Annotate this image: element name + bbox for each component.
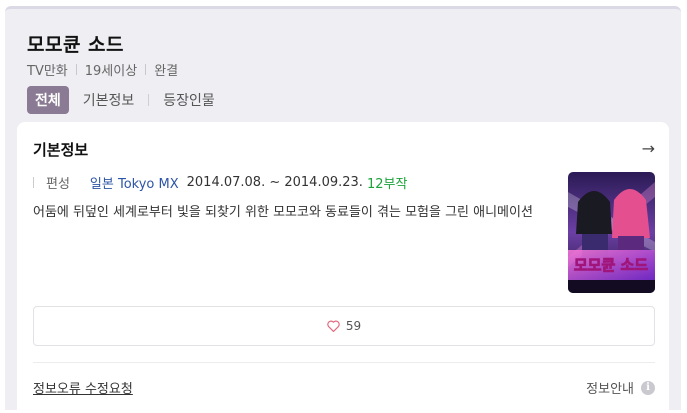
meta-status: 완결: [154, 64, 179, 79]
meta-type: TV만화: [27, 64, 68, 79]
broadcaster-link[interactable]: 일본 Tokyo MX: [90, 173, 179, 192]
like-count: 59: [345, 319, 362, 333]
tab-basic-info[interactable]: 기본정보: [83, 90, 135, 110]
tab-characters[interactable]: 등장인물: [163, 90, 215, 110]
broadcast-label: 편성: [46, 177, 70, 192]
meta-rating: 19세이상: [84, 64, 138, 79]
meta-divider: [75, 64, 77, 75]
info-guide-label: 정보안내: [586, 382, 634, 397]
broadcast-info-row: 편성 일본 Tokyo MX 2014.07.08. ~ 2014.09.23.…: [33, 173, 407, 192]
poster-image[interactable]: 모모큔 소드: [568, 172, 655, 293]
episode-count: 12부작: [366, 177, 408, 192]
poster-art: 모모큔 소드: [568, 172, 655, 293]
tab-all[interactable]: 전체: [27, 86, 69, 114]
card-divider: [33, 362, 655, 363]
meta-row: TV만화 19세이상 완결: [27, 60, 178, 79]
tab-divider: [148, 94, 150, 106]
content-panel: 모모큔 소드 TV만화 19세이상 완결 전체 기본정보 등장인물 기본정보 →…: [5, 6, 681, 413]
meta-divider: [145, 64, 147, 75]
synopsis: 어둠에 뒤덮인 세계로부터 빛을 되찾기 위한 모모코와 동료들이 겪는 모험을…: [33, 205, 533, 220]
info-icon: i: [641, 380, 655, 395]
info-guide-button[interactable]: 정보안내 i: [586, 378, 655, 397]
info-row-bar: [33, 177, 34, 188]
like-button[interactable]: 59: [33, 306, 655, 346]
broadcast-dates: 2014.07.08. ~ 2014.09.23.: [186, 175, 363, 190]
basic-info-card: 기본정보 → 편성 일본 Tokyo MX 2014.07.08. ~ 2014…: [17, 122, 669, 413]
card-title: 기본정보: [33, 141, 89, 159]
tab-bar: 전체 기본정보 등장인물: [27, 86, 215, 114]
page-title: 모모큔 소드: [27, 34, 125, 56]
poster-logo: 모모큔 소드: [574, 256, 648, 274]
arrow-right-icon[interactable]: →: [642, 139, 655, 158]
heart-icon: [327, 320, 340, 332]
report-error-link[interactable]: 정보오류 수정요청: [33, 378, 133, 397]
